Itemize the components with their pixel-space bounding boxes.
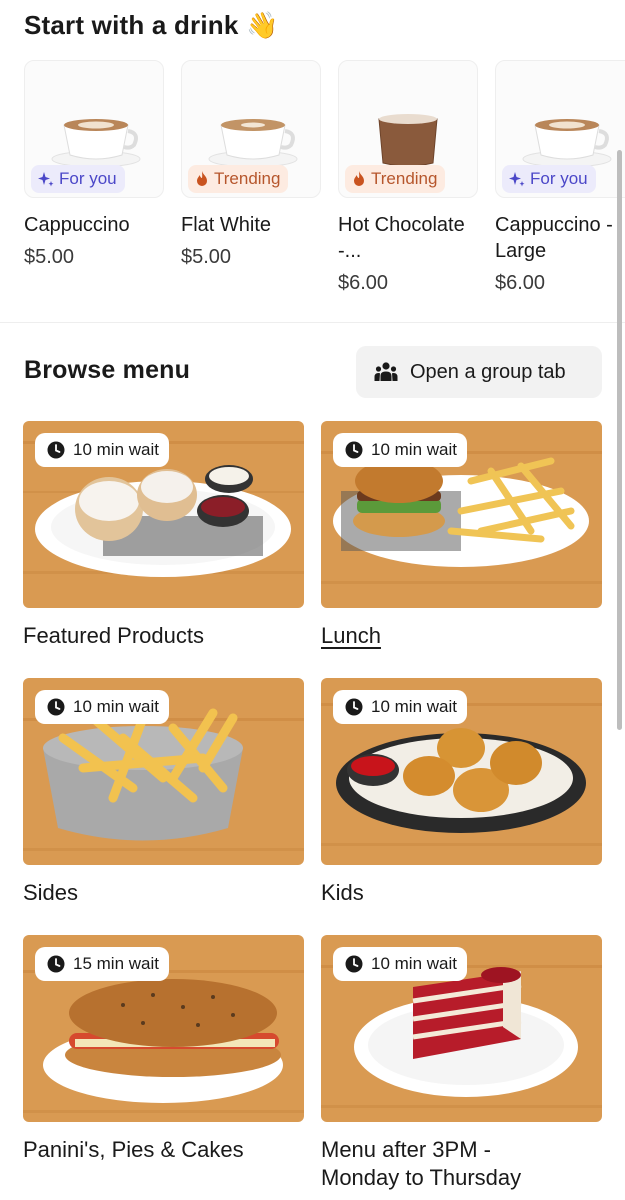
drinks-section-title: Start with a drink 👋 (24, 10, 279, 40)
clock-icon (345, 955, 363, 973)
category-card-kids[interactable]: 10 min wait Kids (321, 678, 602, 907)
wait-time-label: 10 min wait (371, 440, 457, 459)
wait-time-chip: 10 min wait (35, 433, 169, 467)
wait-time-label: 15 min wait (73, 954, 159, 973)
cappuccino-cup-icon (51, 119, 141, 168)
drink-price: $6.00 (495, 272, 546, 294)
wait-time-chip: 10 min wait (35, 690, 169, 724)
category-image: 10 min wait (23, 421, 304, 608)
category-label: Lunch (321, 623, 381, 648)
drink-card-hot-chocolate[interactable]: Trending Hot Chocolate -... $6.00 (338, 60, 478, 295)
drink-card-cappuccino[interactable]: For you Cappuccino $5.00 (24, 60, 164, 269)
category-card-sides[interactable]: 10 min wait Sides (23, 678, 304, 907)
wait-time-label: 10 min wait (73, 440, 159, 459)
category-card-featured-products[interactable]: 10 min wait Featured Products (23, 421, 304, 650)
drink-card-flat-white[interactable]: Trending Flat White $5.00 (181, 60, 321, 269)
badge-label: Trending (214, 169, 281, 188)
sparkle-icon (509, 172, 525, 187)
drink-name: Cappuccino - Large (495, 214, 613, 262)
drink-name: Hot Chocolate -... (338, 214, 465, 262)
drink-price: $6.00 (338, 272, 389, 294)
clock-icon (47, 441, 65, 459)
category-image: 10 min wait (23, 678, 304, 865)
category-label: Menu after 3PM - Monday to Thursday (321, 1137, 522, 1190)
trending-badge: Trending (188, 165, 289, 193)
wait-time-label: 10 min wait (371, 697, 457, 716)
wait-time-chip: 10 min wait (333, 433, 467, 467)
clock-icon (47, 955, 65, 973)
drinks-carousel[interactable]: For you Cappuccino $5.00 Trending Flat W… (0, 60, 625, 320)
category-label: Sides (23, 880, 79, 905)
wait-time-label: 10 min wait (371, 954, 457, 973)
drink-price: $5.00 (181, 246, 232, 268)
vertical-scrollbar[interactable] (617, 150, 622, 730)
flame-icon (197, 171, 207, 186)
category-label: Featured Products (23, 623, 204, 648)
section-divider (0, 322, 625, 323)
category-card-menu-after-3pm[interactable]: 10 min wait Menu after 3PM - Monday to T… (321, 935, 602, 1192)
trending-badge: Trending (345, 165, 446, 193)
sparkle-icon (38, 172, 54, 187)
badge-label: For you (59, 169, 117, 188)
clock-icon (345, 441, 363, 459)
clock-icon (47, 698, 65, 716)
flat-white-cup-icon (208, 119, 298, 168)
drink-image: Trending (338, 60, 478, 198)
drink-image: For you (495, 60, 625, 198)
wait-time-label: 10 min wait (73, 697, 159, 716)
wait-time-chip: 10 min wait (333, 947, 467, 981)
group-people-icon (374, 362, 398, 381)
drink-name: Flat White (181, 214, 272, 236)
flame-icon (354, 171, 364, 186)
category-image: 10 min wait (321, 421, 602, 608)
hot-chocolate-mug-icon (378, 114, 438, 167)
wait-time-chip: 15 min wait (35, 947, 169, 981)
drink-image: For you (24, 60, 164, 198)
category-image: 10 min wait (321, 678, 602, 865)
cappuccino-cup-icon (522, 119, 612, 168)
category-image: 15 min wait (23, 935, 304, 1122)
open-group-tab-button[interactable]: Open a group tab (356, 346, 602, 398)
for-you-badge: For you (31, 165, 125, 193)
drink-name: Cappuccino (24, 214, 130, 236)
category-label: Kids (321, 880, 364, 905)
wait-time-chip: 10 min wait (333, 690, 467, 724)
badge-label: Trending (371, 169, 438, 188)
drink-price: $5.00 (24, 246, 75, 268)
category-card-paninis-pies-cakes[interactable]: 15 min wait Panini's, Pies & Cakes (23, 935, 304, 1164)
drink-image: Trending (181, 60, 321, 198)
category-image: 10 min wait (321, 935, 602, 1122)
category-label: Panini's, Pies & Cakes (23, 1137, 244, 1162)
category-card-lunch[interactable]: 10 min wait Lunch (321, 421, 602, 650)
browse-menu-title: Browse menu (24, 356, 191, 384)
group-tab-label: Open a group tab (410, 360, 566, 383)
badge-label: For you (530, 169, 588, 188)
for-you-badge: For you (502, 165, 596, 193)
clock-icon (345, 698, 363, 716)
drink-card-cappuccino-large[interactable]: For you Cappuccino - Large $6.00 (495, 60, 625, 295)
